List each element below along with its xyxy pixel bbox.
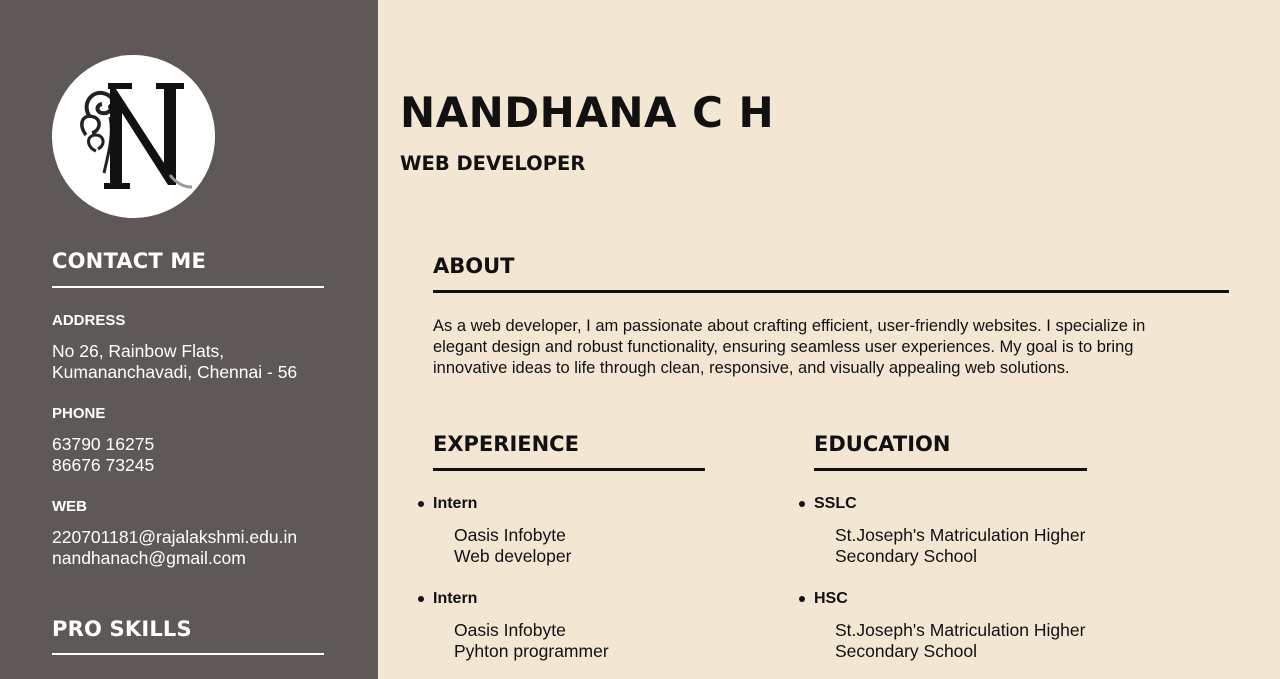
experience-divider xyxy=(433,468,705,471)
experience-company-1: Oasis Infobyte xyxy=(454,525,566,545)
avatar xyxy=(52,55,215,218)
education-details-2: St.Joseph's Matriculation Higher Seconda… xyxy=(835,620,1085,662)
education-details-1: St.Joseph's Matriculation Higher Seconda… xyxy=(835,525,1085,567)
resume-page: CONTACT ME ADDRESS No 26, Rainbow Flats,… xyxy=(0,0,1280,679)
monogram-n-logo-icon xyxy=(52,55,215,218)
phone-text: 63790 16275 86676 73245 xyxy=(52,434,154,476)
phone-label: PHONE xyxy=(52,405,106,422)
about-line-2: elegant design and robust functionality,… xyxy=(433,338,1134,356)
web-text: 220701181@rajalakshmi.edu.in nandhanach@… xyxy=(52,527,297,569)
education-title-2: HSC xyxy=(814,590,848,607)
sidebar: CONTACT ME ADDRESS No 26, Rainbow Flats,… xyxy=(0,0,378,679)
address-label: ADDRESS xyxy=(52,312,126,329)
main-content: NANDHANA C H WEB DEVELOPER ABOUT As a we… xyxy=(378,0,1280,679)
about-divider xyxy=(433,290,1229,293)
phone-line-2: 86676 73245 xyxy=(52,455,155,475)
education-school-2b: Secondary School xyxy=(835,641,978,661)
address-text: No 26, Rainbow Flats, Kumananchavadi, Ch… xyxy=(52,341,297,383)
education-school-1b: Secondary School xyxy=(835,546,978,566)
experience-company-2: Oasis Infobyte xyxy=(454,620,566,640)
experience-bullet-2 xyxy=(418,596,424,602)
about-heading: ABOUT xyxy=(433,254,515,278)
education-divider xyxy=(814,468,1087,471)
email-link-college[interactable]: 220701181@rajalakshmi.edu.in xyxy=(52,527,297,548)
phone-line-1: 63790 16275 xyxy=(52,434,155,454)
education-bullet-1 xyxy=(799,501,805,507)
job-title: WEB DEVELOPER xyxy=(400,152,586,175)
experience-role-1: Web developer xyxy=(454,546,572,566)
skills-heading: PRO SKILLS xyxy=(52,617,192,641)
about-line-3: innovative ideas to life through clean, … xyxy=(433,359,1070,377)
experience-details-1: Oasis Infobyte Web developer xyxy=(454,525,571,567)
experience-heading: EXPERIENCE xyxy=(433,432,579,456)
education-school-2a: St.Joseph's Matriculation Higher xyxy=(835,620,1086,640)
contact-divider xyxy=(52,286,324,288)
person-name: NANDHANA C H xyxy=(400,88,775,137)
education-bullet-2 xyxy=(799,596,805,602)
address-line-1: No 26, Rainbow Flats, xyxy=(52,341,225,361)
experience-bullet-1 xyxy=(418,501,424,507)
experience-details-2: Oasis Infobyte Pyhton programmer xyxy=(454,620,609,662)
education-title-1: SSLC xyxy=(814,495,857,512)
web-label: WEB xyxy=(52,498,87,515)
skills-divider xyxy=(52,653,324,655)
contact-heading: CONTACT ME xyxy=(52,249,207,273)
about-text: As a web developer, I am passionate abou… xyxy=(433,316,1233,379)
address-line-2: Kumananchavadi, Chennai - 56 xyxy=(52,362,298,382)
experience-title-2: Intern xyxy=(433,590,478,607)
education-heading: EDUCATION xyxy=(814,432,951,456)
email-link-personal[interactable]: nandhanach@gmail.com xyxy=(52,548,297,569)
experience-title-1: Intern xyxy=(433,495,478,512)
education-school-1a: St.Joseph's Matriculation Higher xyxy=(835,525,1086,545)
about-line-1: As a web developer, I am passionate abou… xyxy=(433,317,1146,335)
experience-role-2: Pyhton programmer xyxy=(454,641,609,661)
